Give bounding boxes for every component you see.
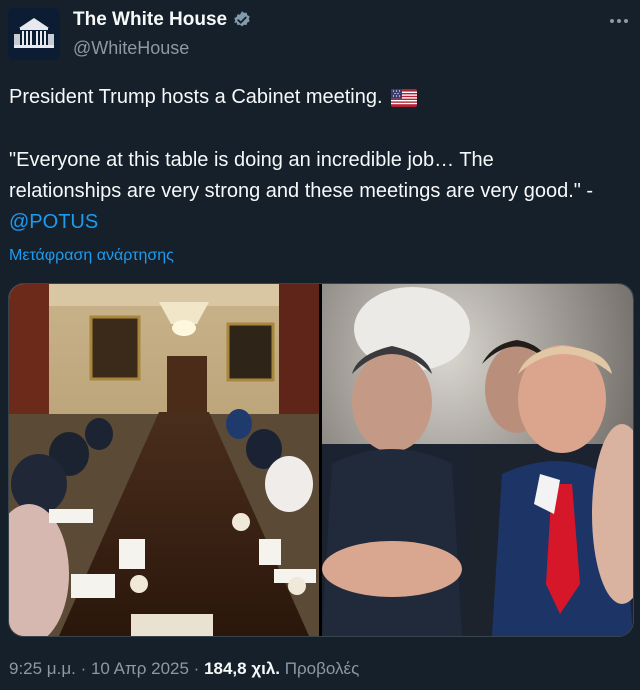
white-house-logo-icon <box>14 18 54 48</box>
president-speaking-photo[interactable] <box>322 284 633 636</box>
more-options-button[interactable] <box>604 6 634 36</box>
post-text-line: President Trump hosts a Cabinet meeting. <box>9 82 609 113</box>
post-time[interactable]: 9:25 μ.μ. <box>9 659 76 678</box>
ellipsis-icon <box>610 19 628 23</box>
avatar[interactable] <box>8 8 60 60</box>
post-meta: 9:25 μ.μ. · 10 Απρ 2025 · 184,8 χιλ. Προ… <box>9 659 359 679</box>
post-quote-text: "Everyone at this table is doing an incr… <box>9 149 594 202</box>
author-display-name[interactable]: The White House <box>73 9 227 31</box>
cabinet-room-photo[interactable] <box>9 284 319 636</box>
author-name-row[interactable]: The White House <box>73 9 252 31</box>
verified-badge-icon <box>234 11 250 27</box>
media-grid <box>8 283 634 637</box>
mention-link-potus[interactable]: @POTUS <box>9 211 98 233</box>
post-text-first: President Trump hosts a Cabinet meeting. <box>9 86 383 108</box>
tweet: The White House @WhiteHouse President Tr… <box>0 0 640 690</box>
author-handle[interactable]: @WhiteHouse <box>73 38 189 59</box>
views-count: 184,8 χιλ. <box>204 659 281 678</box>
meta-separator: · <box>188 659 205 678</box>
translate-post-link[interactable]: Μετάφραση ανάρτησης <box>9 247 174 265</box>
meta-separator: · <box>75 659 91 678</box>
views-label: Προβολές <box>280 659 360 678</box>
post-quote: "Everyone at this table is doing an incr… <box>9 145 609 238</box>
post-date[interactable]: 10 Απρ 2025 <box>91 659 189 678</box>
us-flag-icon <box>390 88 417 107</box>
